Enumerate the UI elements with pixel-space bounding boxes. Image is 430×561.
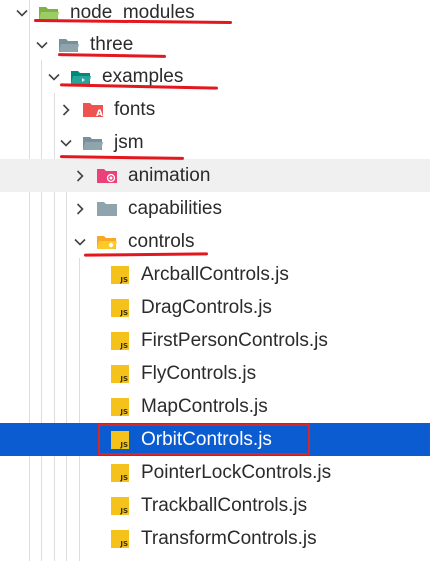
javascript-file-icon: JS xyxy=(109,430,131,450)
tree-item-label: node_modules xyxy=(70,2,195,23)
folder-fonts-icon: A xyxy=(82,100,104,120)
file-explorer-tree: node_modules three examples A fonts jsm … xyxy=(0,0,430,561)
file-item-selected[interactable]: JS OrbitControls.js xyxy=(0,423,430,456)
chevron-down-icon[interactable] xyxy=(14,5,30,21)
open-folder-icon xyxy=(82,133,104,153)
javascript-file-icon: JS xyxy=(109,298,131,318)
javascript-file-icon: JS xyxy=(109,265,131,285)
tree-item-label: animation xyxy=(128,165,211,186)
javascript-file-icon: JS xyxy=(109,529,131,549)
file-item[interactable]: JS FlyControls.js xyxy=(0,357,430,390)
folder-icon xyxy=(96,199,118,219)
file-item-label: PointerLockControls.js xyxy=(141,462,332,483)
tree-item-label: capabilities xyxy=(128,198,222,219)
chevron-down-icon[interactable] xyxy=(46,69,62,85)
file-item-label: ArcballControls.js xyxy=(141,264,289,285)
tree-item-node-modules[interactable]: node_modules xyxy=(0,0,430,29)
open-folder-controls-icon xyxy=(96,232,118,252)
file-item-label: MapControls.js xyxy=(141,396,268,417)
file-item[interactable]: JS TransformControls.js xyxy=(0,522,430,555)
tree-item-label: fonts xyxy=(114,99,156,120)
file-item-label: TransformControls.js xyxy=(141,528,317,549)
file-item-label: OrbitControls.js xyxy=(141,429,272,450)
javascript-file-icon: JS xyxy=(109,364,131,384)
tree-item-jsm[interactable]: jsm xyxy=(0,126,430,159)
file-item[interactable]: JS DragControls.js xyxy=(0,291,430,324)
tree-item-label: jsm xyxy=(114,132,144,153)
chevron-down-icon[interactable] xyxy=(58,135,74,151)
javascript-file-icon: JS xyxy=(109,397,131,417)
file-item-label: FlyControls.js xyxy=(141,363,257,384)
folder-animation-icon xyxy=(96,166,118,186)
file-item-label: FirstPersonControls.js xyxy=(141,330,328,351)
file-item[interactable]: JS TrackballControls.js xyxy=(0,489,430,522)
open-folder-icon xyxy=(58,35,80,55)
file-item-label: DragControls.js xyxy=(141,297,272,318)
chevron-right-icon[interactable] xyxy=(58,102,74,118)
chevron-down-icon[interactable] xyxy=(72,234,88,250)
tree-item-fonts[interactable]: A fonts xyxy=(0,93,430,126)
javascript-file-icon: JS xyxy=(109,331,131,351)
tree-item-capabilities[interactable]: capabilities xyxy=(0,192,430,225)
file-item[interactable]: JS FirstPersonControls.js xyxy=(0,324,430,357)
tree-item-controls[interactable]: controls xyxy=(0,225,430,258)
chevron-right-icon[interactable] xyxy=(72,201,88,217)
svg-text:A: A xyxy=(96,109,103,119)
tree-item-animation[interactable]: animation xyxy=(0,159,430,192)
file-item-label: TrackballControls.js xyxy=(141,495,308,516)
file-item[interactable]: JS MapControls.js xyxy=(0,390,430,423)
file-item[interactable]: JS ArcballControls.js xyxy=(0,258,430,291)
javascript-file-icon: JS xyxy=(109,496,131,516)
javascript-file-icon: JS xyxy=(109,463,131,483)
file-item[interactable]: JS PointerLockControls.js xyxy=(0,456,430,489)
chevron-right-icon[interactable] xyxy=(72,168,88,184)
chevron-down-icon[interactable] xyxy=(34,37,50,53)
